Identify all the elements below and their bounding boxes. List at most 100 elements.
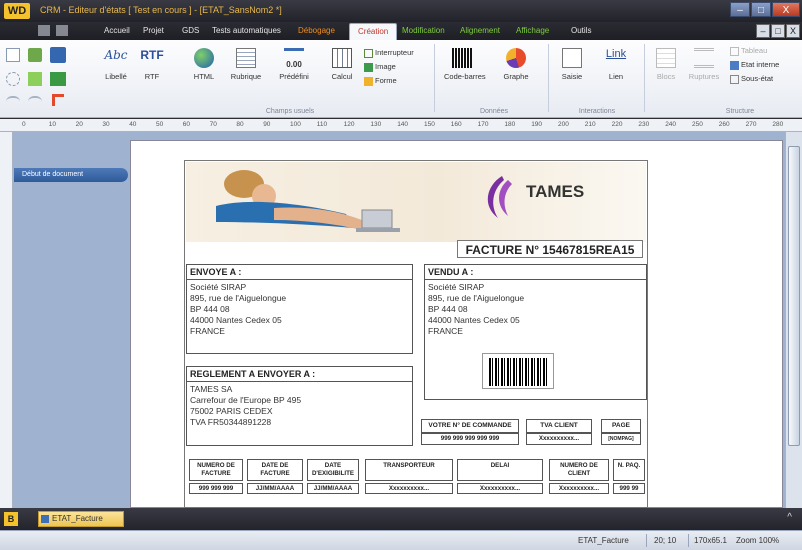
document-tab-etat-facture[interactable]: ETAT_Facture (38, 511, 124, 527)
close-button[interactable]: X (772, 2, 800, 17)
reglement-box[interactable]: REGLEMENT A ENVOYER A : TAMES SA Carrefo… (186, 366, 413, 446)
lien-button[interactable]: Link Lien (598, 48, 634, 81)
code-barres-button[interactable]: Code-barres (444, 48, 486, 81)
envoye-line-1: Société SIRAP (190, 282, 247, 292)
ribbon-divider (434, 44, 435, 112)
tab-projet[interactable]: Projet (143, 26, 164, 35)
document-tab-label: ETAT_Facture (52, 514, 103, 523)
invoice-report[interactable]: TAMES FACTURE N° 15467815REA15 ENVOYE A … (184, 160, 648, 508)
redo-icon[interactable] (28, 96, 42, 104)
tab-tests-automatiques[interactable]: Tests automatiques (212, 26, 281, 35)
tva-client-head[interactable]: TVA CLIENT (526, 419, 592, 433)
invoice-banner[interactable]: TAMES (186, 162, 646, 242)
col-npaq-head[interactable]: N. PAQ. (613, 459, 645, 481)
image-button[interactable]: Image (364, 62, 396, 72)
chevron-up-icon[interactable]: ^ (787, 512, 792, 523)
vertical-scrollbar[interactable] (785, 132, 802, 508)
blocks-icon (656, 48, 676, 68)
ruptures-button[interactable]: Ruptures (686, 48, 722, 81)
undo-icon[interactable] (6, 96, 20, 104)
page-head[interactable]: PAGE (601, 419, 641, 433)
mdi-minimize-button[interactable]: – (756, 24, 770, 38)
quick-save-icon[interactable] (38, 25, 50, 36)
calcul-button[interactable]: Calcul (324, 48, 360, 81)
title-bar: WD CRM - Editeur d'états [ Test en cours… (0, 0, 802, 22)
new-element-icon[interactable] (6, 48, 20, 62)
tab-creation[interactable]: Création (349, 23, 398, 40)
ruler-tick: 170 (477, 121, 489, 128)
chart-small-icon[interactable] (50, 72, 66, 86)
col-date-exigibilite-value[interactable]: JJ/MM/AAAA (307, 483, 359, 494)
commande-value[interactable]: 999 999 999 999 999 (421, 433, 519, 445)
section-tab-debut-document[interactable]: Début de document (14, 168, 128, 182)
calculator-icon (332, 48, 352, 68)
html-button[interactable]: HTML (186, 48, 222, 81)
breaks-icon (694, 48, 714, 68)
blocs-button[interactable]: Blocs (648, 48, 684, 81)
col-transporteur-head[interactable]: TRANSPORTEUR (365, 459, 453, 481)
open-icon[interactable] (6, 72, 20, 86)
tab-debogage[interactable]: Débogage (298, 26, 335, 35)
col-numero-client-head[interactable]: NUMERO DE CLIENT (549, 459, 609, 481)
rubrique-button[interactable]: Rubrique (228, 48, 264, 81)
tva-client-value[interactable]: Xxxxxxxxxx... (526, 433, 592, 445)
rtf-button[interactable]: RTF RTF (134, 48, 170, 81)
reglement-heading: REGLEMENT A ENVOYER A : (187, 367, 412, 382)
tab-gds[interactable]: GDS (182, 26, 199, 35)
tab-alignement[interactable]: Alignement (460, 26, 500, 35)
col-npaq-value[interactable]: 999 99 (613, 483, 645, 494)
quick-access-icon[interactable] (56, 25, 68, 36)
bookmark-icon[interactable]: B (4, 512, 18, 526)
status-etat-name: ETAT_Facture (578, 536, 629, 545)
tab-affichage[interactable]: Affichage (516, 26, 549, 35)
tableau-button[interactable]: Tableau (730, 46, 767, 56)
tab-outils[interactable]: Outils (571, 26, 591, 35)
minimize-button[interactable]: – (730, 2, 750, 17)
saisie-button[interactable]: Saisie (554, 48, 590, 81)
scrollbar-thumb[interactable] (788, 146, 800, 446)
col-transporteur-value[interactable]: Xxxxxxxxxx... (365, 483, 453, 494)
banner-image (216, 170, 512, 232)
paste-icon[interactable] (28, 48, 42, 62)
col-date-facture-value[interactable]: JJ/MM/AAAA (247, 483, 303, 494)
col-numero-client-value[interactable]: Xxxxxxxxxx... (549, 483, 609, 494)
col-numero-facture-value[interactable]: 999 999 999 (189, 483, 243, 494)
col-delai-value[interactable]: Xxxxxxxxxx... (457, 483, 543, 494)
vendu-a-box[interactable]: VENDU A : Société SIRAP 895, rue de l'Ai… (424, 264, 647, 400)
graphe-button[interactable]: Graphe (498, 48, 534, 81)
sous-etat-button[interactable]: Sous-état (730, 74, 773, 84)
libelle-button[interactable]: Abc Libellé (98, 48, 134, 81)
ruler-tick: 30 (102, 121, 110, 128)
ruler-tick: 160 (450, 121, 462, 128)
barcode-bars (489, 358, 549, 386)
group-icon[interactable] (28, 72, 42, 86)
col-delai-head[interactable]: DELAI (457, 459, 543, 481)
col-numero-facture-head[interactable]: NUMERO DE FACTURE (189, 459, 243, 481)
status-zoom[interactable]: Zoom 100% (736, 536, 779, 545)
interrupteur-button[interactable]: Interrupteur (364, 48, 414, 58)
save-icon[interactable] (50, 47, 66, 63)
mdi-restore-button[interactable]: □ (771, 24, 785, 38)
format-painter-icon[interactable] (52, 94, 64, 106)
mdi-close-button[interactable]: X (786, 24, 800, 38)
sous-etat-icon (730, 74, 739, 84)
commande-head[interactable]: VOTRE N° DE COMMANDE (421, 419, 519, 433)
col-date-exigibilite-head[interactable]: DATE D'EXIGIBILITE (307, 459, 359, 481)
ruler-tick: 140 (397, 121, 409, 128)
tab-accueil[interactable]: Accueil (104, 26, 130, 35)
invoice-title[interactable]: FACTURE N° 15467815REA15 (457, 240, 643, 258)
tab-modification[interactable]: Modification (402, 26, 445, 35)
ruler-tick: 110 (316, 121, 328, 128)
envoye-line-3: BP 444 08 (190, 304, 230, 314)
ruler-tick: 190 (531, 121, 543, 128)
ruler-tick: 150 (424, 121, 435, 128)
forme-button[interactable]: Forme (364, 76, 397, 86)
envoye-a-box[interactable]: ENVOYE A : Société SIRAP 895, rue de l'A… (186, 264, 413, 354)
predefini-button[interactable]: 0.00 Prédéfini (276, 48, 312, 81)
maximize-button[interactable]: □ (751, 2, 771, 17)
etat-interne-button[interactable]: Etat interne (730, 60, 779, 70)
col-date-facture-head[interactable]: DATE DE FACTURE (247, 459, 303, 481)
ruler-tick: 230 (638, 121, 650, 128)
page-value[interactable]: [NOMPAG] (601, 433, 641, 445)
ruler-tick: 50 (156, 121, 164, 128)
